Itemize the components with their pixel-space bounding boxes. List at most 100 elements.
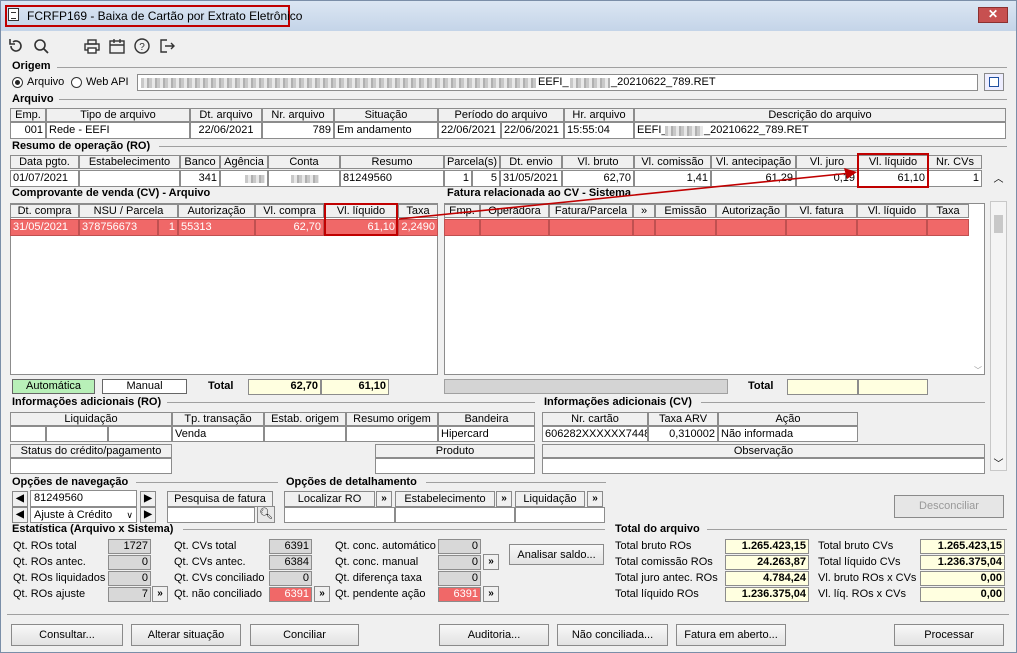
nao-conciliado-details-button[interactable]: » xyxy=(314,586,330,602)
stat-col2-label: Qt. CVs conciliado xyxy=(174,572,265,584)
help-icon[interactable]: ? xyxy=(133,37,151,55)
analisar-saldo-button[interactable]: Analisar saldo... xyxy=(509,544,604,565)
ro-cell-estab xyxy=(79,170,180,187)
nav-prev-icon[interactable]: ◀ xyxy=(12,491,28,507)
estab-button[interactable]: » xyxy=(496,491,512,507)
arquivo-col-header: Situação xyxy=(334,108,438,122)
conciliar-button[interactable]: Conciliar xyxy=(250,624,359,646)
info-ro-liquidacao-cell xyxy=(108,426,172,442)
cv-col-header: NSU / Parcela xyxy=(79,204,178,218)
nav-select-value: Ajuste à Crédito xyxy=(34,509,113,521)
info-cv-col-header: Nr. cartão xyxy=(542,412,648,426)
redacted-conta xyxy=(291,175,319,183)
localizar-ro-input[interactable] xyxy=(284,507,395,523)
total-right-label: Total líquido CVs xyxy=(818,556,901,568)
file-path-input[interactable]: EEFI_ _20210622_789.RET xyxy=(137,74,978,91)
info-ro-col-header: Estab. origem xyxy=(264,412,346,426)
produto-field xyxy=(375,458,535,474)
info-ro-section-title: Informações adicionais (RO) xyxy=(12,396,162,408)
consultar-button[interactable]: Consultar... xyxy=(11,624,123,646)
localizar-ro-button[interactable]: » xyxy=(376,491,392,507)
vertical-scrollbar[interactable] xyxy=(990,201,1007,471)
ro-col-header: Data pgto. xyxy=(10,155,79,169)
link-arrow xyxy=(398,168,857,220)
cv-cell-parc[interactable]: 1 xyxy=(158,219,178,236)
status-credito-field xyxy=(10,458,172,474)
cv-cell-dt[interactable]: 31/05/2021 xyxy=(10,219,79,236)
arquivo-col-header: Nr. arquivo xyxy=(262,108,334,122)
stat-col1-value: 0 xyxy=(108,555,151,570)
liquidacao-button[interactable]: » xyxy=(587,491,603,507)
info-ro-resumo-origem xyxy=(346,426,438,442)
alterar-situacao-button[interactable]: Alterar situação xyxy=(131,624,241,646)
undo-icon[interactable] xyxy=(7,37,25,55)
stat-col3-value: 0 xyxy=(438,539,481,554)
stat-col3-label: Qt. conc. manual xyxy=(335,556,419,568)
webapi-radio[interactable] xyxy=(71,77,82,88)
processar-button[interactable]: Processar xyxy=(894,624,1004,646)
info-ro-liquidacao-cell xyxy=(46,426,108,442)
search-icon[interactable] xyxy=(32,37,50,55)
stat-col2-label: Qt. não conciliado xyxy=(174,588,263,600)
document-icon xyxy=(8,8,19,21)
close-button[interactable]: ✕ xyxy=(978,7,1008,23)
automatica-legend: Automática xyxy=(12,379,95,394)
cv-cell-nsu[interactable]: 378756673 xyxy=(79,219,158,236)
cv-section-title: Comprovante de venda (CV) - Arquivo xyxy=(12,187,211,199)
arquivo-cell-hr: 15:55:04 xyxy=(564,122,634,139)
nav-next2-icon[interactable]: ▶ xyxy=(140,507,156,523)
redacted-desc xyxy=(665,126,703,136)
fatura-aberto-button[interactable]: Fatura em aberto... xyxy=(676,624,786,646)
liquidacao-input[interactable] xyxy=(515,507,605,523)
arquivo-col-header: Descrição do arquivo xyxy=(634,108,1006,122)
total-left-value: 4.784,24 xyxy=(725,571,809,586)
nav-type-select[interactable]: Ajuste à Crédito ∨ xyxy=(30,507,137,523)
window-title: FCRFP169 - Baixa de Cartão por Extrato E… xyxy=(5,5,302,27)
info-cv-col-header: Ação xyxy=(718,412,858,426)
calendar-icon[interactable] xyxy=(108,37,126,55)
nav-ro-input[interactable]: 81249560 xyxy=(30,490,137,507)
arquivo-section-title: Arquivo xyxy=(12,93,54,105)
total-right-label: Total bruto CVs xyxy=(818,540,894,552)
arquivo-col-header: Tipo de arquivo xyxy=(46,108,190,122)
nav-prev2-icon[interactable]: ◀ xyxy=(12,507,28,523)
webapi-radio-label: Web API xyxy=(86,76,129,88)
auditoria-button[interactable]: Auditoria... xyxy=(439,624,549,646)
title-bar: FCRFP169 - Baixa de Cartão por Extrato E… xyxy=(1,1,1016,31)
print-icon[interactable] xyxy=(83,37,101,55)
estab-input[interactable] xyxy=(395,507,515,523)
ro-col-header: Conta xyxy=(268,155,340,169)
conc-manual-details-button[interactable]: » xyxy=(483,554,499,570)
info-cv-col-header: Taxa ARV xyxy=(648,412,718,426)
desconciliar-button[interactable]: Desconciliar xyxy=(894,495,1004,518)
pendente-details-button[interactable]: » xyxy=(483,586,499,602)
nav-next-icon[interactable]: ▶ xyxy=(140,491,156,507)
arquivo-cell-nr: 789 xyxy=(262,122,334,139)
liquidacao-label: Liquidação xyxy=(515,491,585,507)
arquivo-radio-label: Arquivo xyxy=(27,76,65,88)
observacao-field[interactable] xyxy=(542,458,985,474)
grid-scroll-down-icon[interactable]: ﹀ xyxy=(971,365,985,375)
stat-col2-value: 6391 xyxy=(269,539,312,554)
scroll-down-icon[interactable]: ﹀ xyxy=(990,457,1007,473)
scroll-up-icon[interactable]: ︿ xyxy=(990,171,1007,189)
cv-cell-aut[interactable]: 55313 xyxy=(178,219,255,236)
det-section-title: Opções de detalhamento xyxy=(286,476,417,488)
cv-col-header: Dt. compra xyxy=(10,204,79,218)
arquivo-cell-dt: 22/06/2021 xyxy=(190,122,262,139)
pesquisa-fatura-input[interactable] xyxy=(167,507,255,523)
nao-conciliada-button[interactable]: Não conciliada... xyxy=(557,624,668,646)
fatura-scrollbar[interactable] xyxy=(444,379,728,394)
fatura-cell[interactable] xyxy=(927,219,969,236)
arquivo-cell-situacao: Em andamento xyxy=(334,122,438,139)
exit-icon[interactable] xyxy=(158,37,176,55)
pesquisa-search-icon[interactable]: 🔍︎ xyxy=(257,506,275,523)
ro-col-header: Estabelecimento xyxy=(79,155,180,169)
total-left-value: 1.236.375,04 xyxy=(725,587,809,602)
total-right-label: Vl. bruto ROs x CVs xyxy=(818,572,917,584)
arquivo-col-header: Emp. xyxy=(10,108,46,122)
ajuste-details-button[interactable]: » xyxy=(152,586,168,602)
arquivo-radio[interactable] xyxy=(12,77,23,88)
cv-cell-compra[interactable]: 62,70 xyxy=(255,219,324,236)
browse-file-icon[interactable] xyxy=(984,73,1004,91)
